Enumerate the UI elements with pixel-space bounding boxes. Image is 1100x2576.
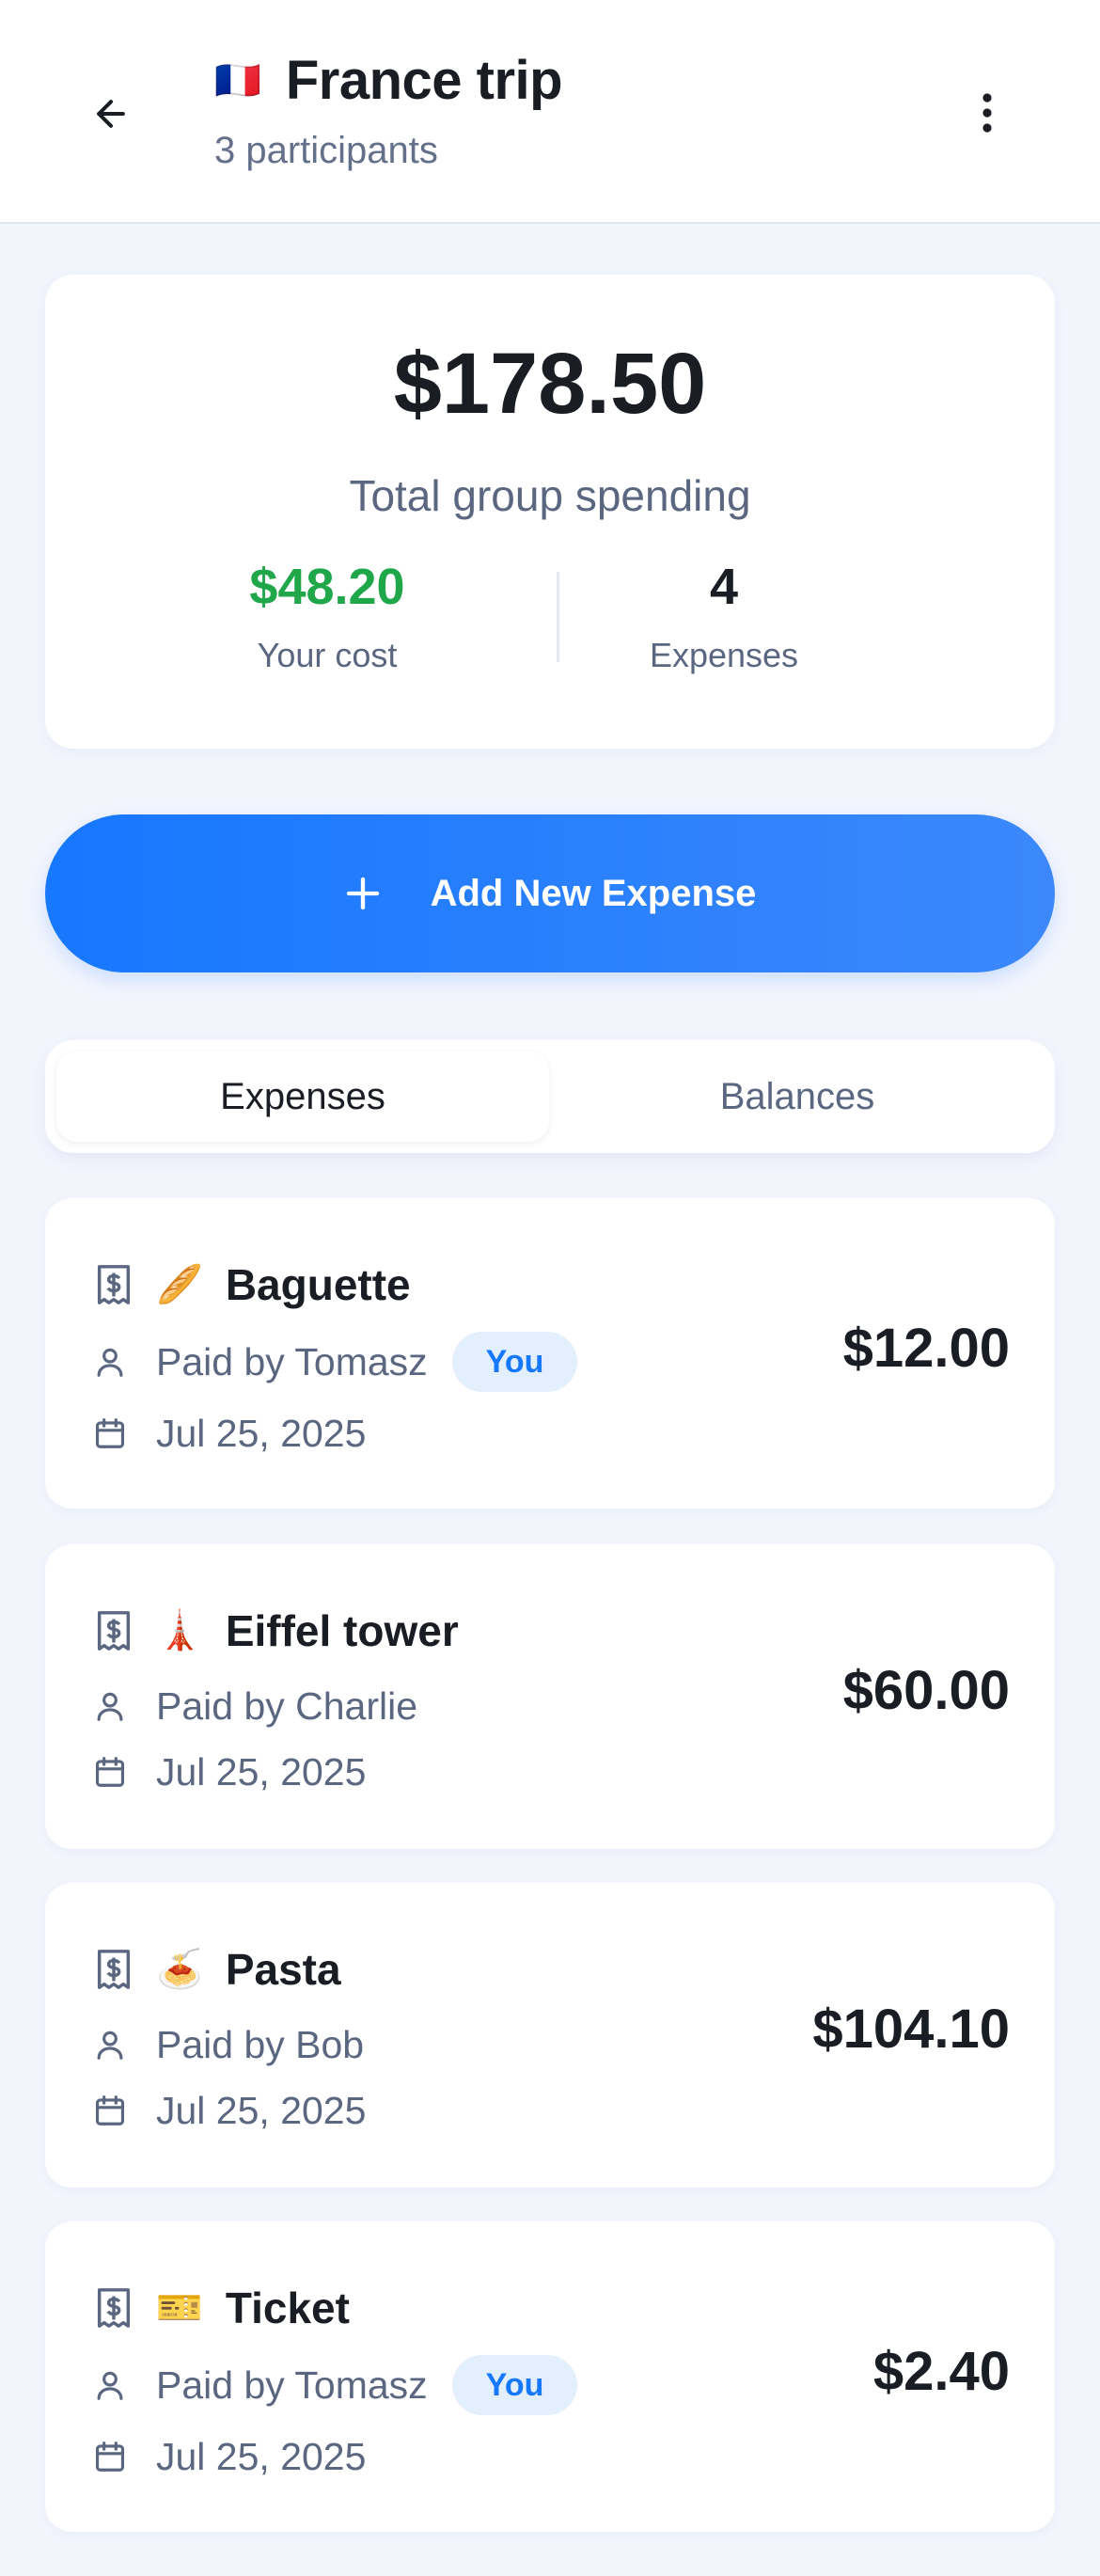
- expense-payer: Paid by Tomasz: [156, 2363, 428, 2407]
- expense-card[interactable]: 🗼 Eiffel tower Paid by Charlie Jul 25, 2…: [45, 1544, 1055, 1849]
- expense-payer-row: Paid by Tomasz You: [92, 1332, 578, 1392]
- expense-title-row: 🗼 Eiffel tower: [92, 1601, 459, 1661]
- receipt-dollar-icon: [92, 1948, 135, 1991]
- expense-payer-row: Paid by Tomasz You: [92, 2355, 578, 2415]
- expense-amount: $60.00: [842, 1660, 1010, 1721]
- calendar-icon: [92, 1415, 128, 1451]
- page-title: France trip: [285, 50, 563, 111]
- arrow-left-icon: [97, 100, 125, 128]
- user-icon: [92, 2367, 128, 2403]
- expense-payer-row: Paid by Charlie: [92, 1678, 417, 1734]
- total-spending: $178.50: [393, 336, 707, 432]
- expense-count-value: 4: [709, 559, 739, 615]
- expense-date-row: Jul 25, 2025: [92, 1405, 366, 1462]
- your-cost-value: $48.20: [249, 559, 405, 615]
- more-vertical-icon: [982, 93, 992, 133]
- eiffel-tower-icon: 🗼: [156, 1610, 203, 1651]
- view-tabs: Expenses Balances: [45, 1040, 1055, 1153]
- your-cost-stat: $48.20 Your cost: [181, 559, 473, 675]
- expense-amount: $12.00: [842, 1318, 1010, 1379]
- tab-balances[interactable]: Balances: [551, 1051, 1044, 1142]
- calendar-icon: [92, 1754, 128, 1790]
- calendar-icon: [92, 2439, 128, 2474]
- expense-card[interactable]: 🎫 Ticket Paid by Tomasz You Jul 25, 2025…: [45, 2221, 1055, 2532]
- more-menu-button[interactable]: [959, 85, 1015, 141]
- back-button[interactable]: [83, 90, 139, 137]
- plus-icon: [344, 875, 382, 912]
- add-expense-button[interactable]: Add New Expense: [45, 814, 1055, 972]
- calendar-icon: [92, 2093, 128, 2128]
- expense-payer: Paid by Charlie: [156, 1683, 418, 1728]
- user-icon: [92, 1688, 128, 1724]
- expense-name: Eiffel tower: [225, 1606, 459, 1655]
- expense-title-row: 🍝 Pasta: [92, 1939, 341, 1999]
- expense-amount: $2.40: [872, 2341, 1010, 2402]
- you-badge: You: [451, 1332, 578, 1392]
- your-cost-label: Your cost: [257, 636, 398, 674]
- expense-payer: Paid by Bob: [156, 2022, 365, 2066]
- expense-date: Jul 25, 2025: [156, 1749, 367, 1794]
- expense-count-label: Expenses: [649, 636, 799, 674]
- expense-date: Jul 25, 2025: [156, 2088, 367, 2132]
- user-icon: [92, 1344, 128, 1380]
- expense-date: Jul 25, 2025: [156, 1411, 367, 1455]
- add-expense-label: Add New Expense: [430, 872, 757, 914]
- participants-count: 3 participants: [214, 130, 438, 171]
- expense-card[interactable]: 🍝 Pasta Paid by Bob Jul 25, 2025 $104.10: [45, 1883, 1055, 2188]
- france-flag-icon: 🇫🇷: [214, 59, 261, 102]
- you-badge: You: [451, 2355, 578, 2415]
- pasta-icon: 🍝: [156, 1949, 203, 1990]
- receipt-dollar-icon: [92, 1263, 135, 1306]
- expense-date-row: Jul 25, 2025: [92, 2082, 366, 2139]
- expense-name: Ticket: [225, 2284, 350, 2332]
- ticket-icon: 🎫: [156, 2287, 203, 2329]
- expense-name: Baguette: [225, 1260, 411, 1309]
- expense-date-row: Jul 25, 2025: [92, 1744, 366, 1800]
- title-row: 🇫🇷 France trip: [214, 49, 563, 112]
- expense-card[interactable]: 🥖 Baguette Paid by Tomasz You Jul 25, 20…: [45, 1198, 1055, 1509]
- expense-payer-row: Paid by Bob: [92, 2016, 364, 2073]
- expense-date-row: Jul 25, 2025: [92, 2428, 366, 2485]
- expense-title-row: 🥖 Baguette: [92, 1255, 411, 1315]
- user-icon: [92, 2027, 128, 2062]
- receipt-dollar-icon: [92, 1609, 135, 1652]
- expense-payer: Paid by Tomasz: [156, 1339, 428, 1383]
- expense-count-stat: 4 Expenses: [578, 559, 870, 675]
- expense-amount: $104.10: [812, 1999, 1010, 2060]
- total-spending-label: Total group spending: [349, 471, 751, 520]
- stat-divider: [557, 572, 559, 662]
- baguette-icon: 🥖: [156, 1264, 203, 1305]
- tab-expenses[interactable]: Expenses: [56, 1051, 549, 1142]
- expense-date: Jul 25, 2025: [156, 2434, 367, 2478]
- app-header: 🇫🇷 France trip 3 participants: [0, 0, 1100, 224]
- expense-title-row: 🎫 Ticket: [92, 2278, 350, 2338]
- expense-name: Pasta: [225, 1945, 341, 1994]
- receipt-dollar-icon: [92, 2286, 135, 2330]
- spending-summary-card: $178.50 Total group spending $48.20 Your…: [45, 275, 1055, 749]
